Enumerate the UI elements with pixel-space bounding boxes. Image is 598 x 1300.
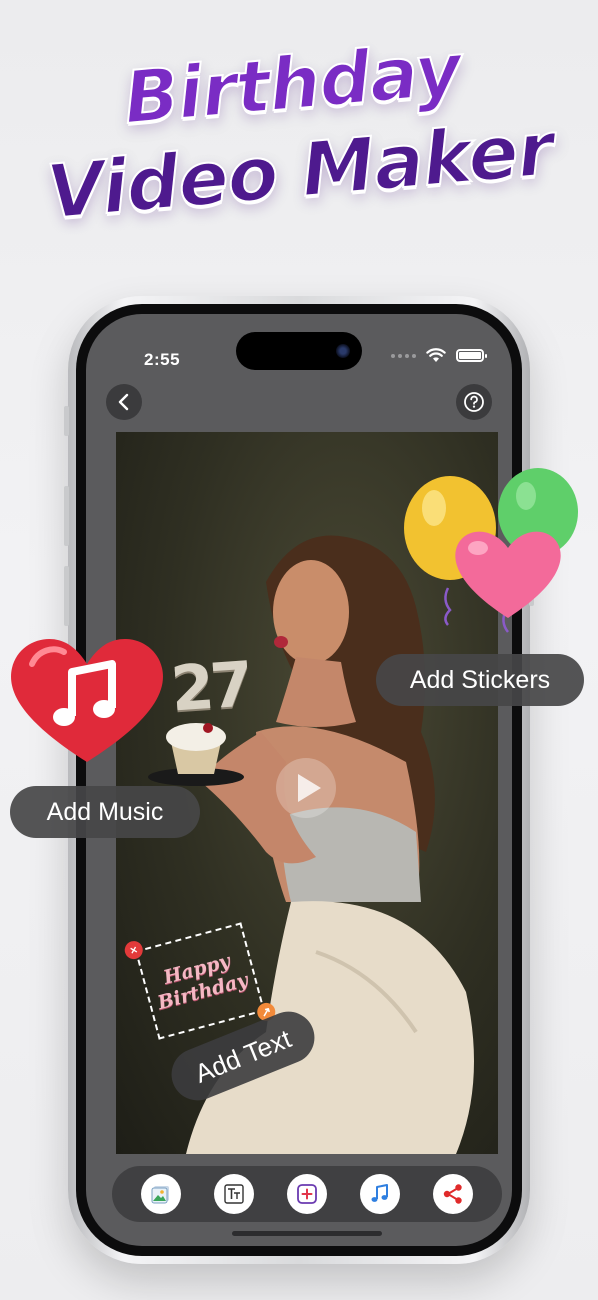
cake-candle-number: 27 xyxy=(168,647,252,726)
share-button[interactable] xyxy=(433,1174,474,1214)
phone-side-button xyxy=(64,406,69,436)
add-icon xyxy=(297,1184,317,1204)
battery-icon xyxy=(456,349,487,362)
help-button[interactable] xyxy=(456,384,492,420)
music-button[interactable] xyxy=(360,1174,401,1214)
balloons-sticker xyxy=(404,468,578,633)
dynamic-island xyxy=(236,332,362,370)
text-tool-button[interactable] xyxy=(213,1174,254,1214)
status-time: 2:55 xyxy=(144,350,181,369)
wifi-icon xyxy=(426,348,446,362)
cellular-signal-icon xyxy=(391,353,416,358)
music-note-icon xyxy=(371,1184,389,1202)
photo-icon xyxy=(151,1186,169,1204)
back-button[interactable] xyxy=(106,384,142,420)
headline: Birthday Video Maker xyxy=(0,14,598,275)
phone-screen: 2:55 27 xyxy=(86,314,512,1246)
status-icons xyxy=(391,348,487,363)
phone-bezel: 2:55 27 xyxy=(76,304,522,1256)
phone-volume-down xyxy=(64,566,69,626)
question-icon xyxy=(464,392,484,412)
music-heart-sticker xyxy=(11,638,163,762)
add-stickers-label: Add Stickers xyxy=(376,654,584,706)
chevron-left-icon xyxy=(118,393,129,411)
phone-volume-up xyxy=(64,486,69,546)
home-indicator xyxy=(232,1231,382,1236)
share-icon xyxy=(444,1184,463,1204)
phone-mockup: 2:55 27 xyxy=(64,296,534,1264)
gallery-button[interactable] xyxy=(140,1174,181,1214)
text-icon xyxy=(224,1184,244,1204)
editor-toolbar xyxy=(112,1166,502,1222)
add-music-label: Add Music xyxy=(10,786,200,838)
add-sticker-button[interactable] xyxy=(286,1174,327,1214)
